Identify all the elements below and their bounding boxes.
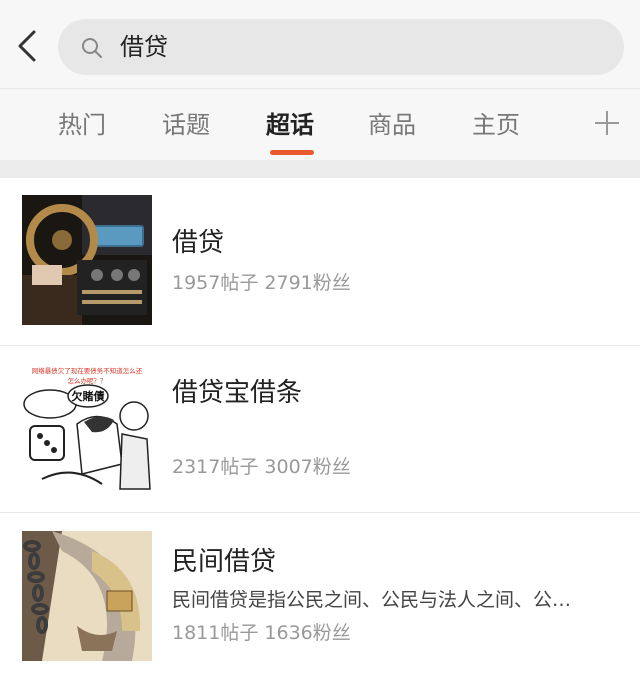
result-stats: 1957帖子 2791粉丝 xyxy=(172,272,351,294)
tab-bar: 热门 话题 超话 商品 主页 xyxy=(0,88,640,160)
top-bar: 借贷 xyxy=(0,0,640,88)
active-tab-indicator xyxy=(270,150,314,155)
result-title: 借贷宝借条 xyxy=(172,378,303,408)
tab-products[interactable]: 商品 xyxy=(368,109,416,141)
tab-topics[interactable]: 话题 xyxy=(162,109,210,141)
result-thumbnail-chains xyxy=(22,531,152,661)
result-stats: 2317帖子 3007粉丝 xyxy=(172,456,351,478)
tab-hot[interactable]: 热门 xyxy=(58,109,106,141)
result-thumbnail-car-interior xyxy=(22,195,152,325)
result-item[interactable]: 网络暴债欠了现在要债务不知道怎么还 怎么办呢？？ 欠賭債 借贷宝借条 2317帖… xyxy=(0,346,640,512)
chevron-left-icon xyxy=(18,30,36,62)
svg-text:欠賭債: 欠賭債 xyxy=(72,389,105,403)
result-thumbnail-cartoon: 网络暴债欠了现在要债务不知道怎么还 怎么办呢？？ 欠賭債 xyxy=(22,364,152,494)
thumbnail-caption-2: 怎么办呢？？ xyxy=(68,376,107,385)
result-item[interactable]: 民间借贷 民间借贷是指公民之间、公民与法人之间、公… 1811帖子 1636粉丝 xyxy=(0,513,640,683)
search-field[interactable]: 借贷 xyxy=(58,19,624,75)
plus-icon[interactable] xyxy=(592,108,622,138)
back-button[interactable] xyxy=(10,22,50,70)
section-divider xyxy=(0,160,640,178)
tab-homepage[interactable]: 主页 xyxy=(472,109,520,141)
search-query[interactable]: 借贷 xyxy=(120,31,168,63)
result-description: 民间借贷是指公民之间、公民与法人之间、公… xyxy=(172,589,572,611)
search-icon xyxy=(82,38,102,58)
thumbnail-caption: 网络暴债欠了现在要债务不知道怎么还 xyxy=(32,366,143,375)
result-title: 民间借贷 xyxy=(172,547,277,577)
tab-super-topic[interactable]: 超话 xyxy=(266,109,314,141)
result-title: 借贷 xyxy=(172,228,225,258)
result-stats: 1811帖子 1636粉丝 xyxy=(172,622,351,644)
result-item[interactable]: 借贷 1957帖子 2791粉丝 xyxy=(0,178,640,345)
